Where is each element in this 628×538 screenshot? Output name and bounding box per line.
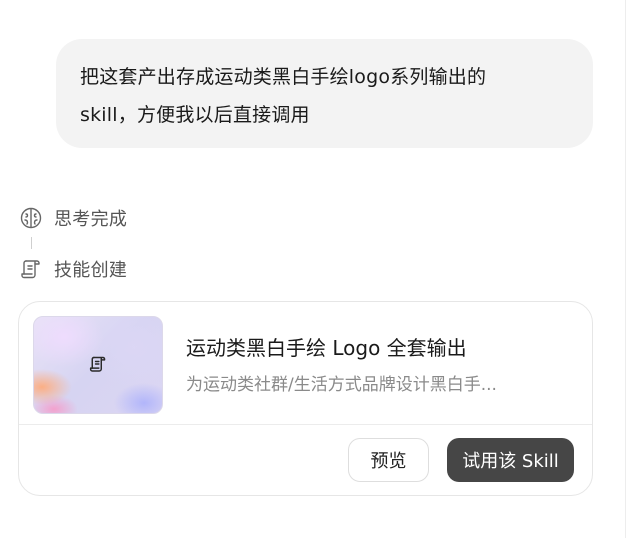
step-connector (31, 237, 32, 249)
try-skill-button[interactable]: 试用该 Skill (447, 438, 574, 482)
skill-thumbnail (33, 316, 163, 414)
panel-divider (625, 0, 626, 538)
step-label: 思考完成 (54, 209, 128, 230)
scroll-icon (89, 355, 107, 373)
user-message-bubble: 把这套产出存成运动类黑白手绘logo系列输出的 skill，方便我以后直接调用 (56, 39, 593, 148)
skill-title: 运动类黑白手绘 Logo 全套输出 (186, 336, 467, 360)
brain-icon (20, 207, 42, 229)
user-message-line-1: 把这套产出存成运动类黑白手绘logo系列输出的 (80, 66, 487, 88)
step-label: 技能创建 (54, 260, 128, 281)
step-skill-creation[interactable]: 技能创建 (20, 257, 127, 281)
user-message-line-2: skill，方便我以后直接调用 (80, 104, 310, 126)
step-thinking-complete[interactable]: 思考完成 (20, 206, 127, 230)
skill-description: 为运动类社群/生活方式品牌设计黑白手... (186, 375, 497, 395)
card-divider (19, 424, 592, 425)
scroll-icon (20, 258, 42, 280)
skill-card[interactable]: 运动类黑白手绘 Logo 全套输出 为运动类社群/生活方式品牌设计黑白手... … (18, 301, 593, 496)
preview-button[interactable]: 预览 (348, 438, 429, 482)
